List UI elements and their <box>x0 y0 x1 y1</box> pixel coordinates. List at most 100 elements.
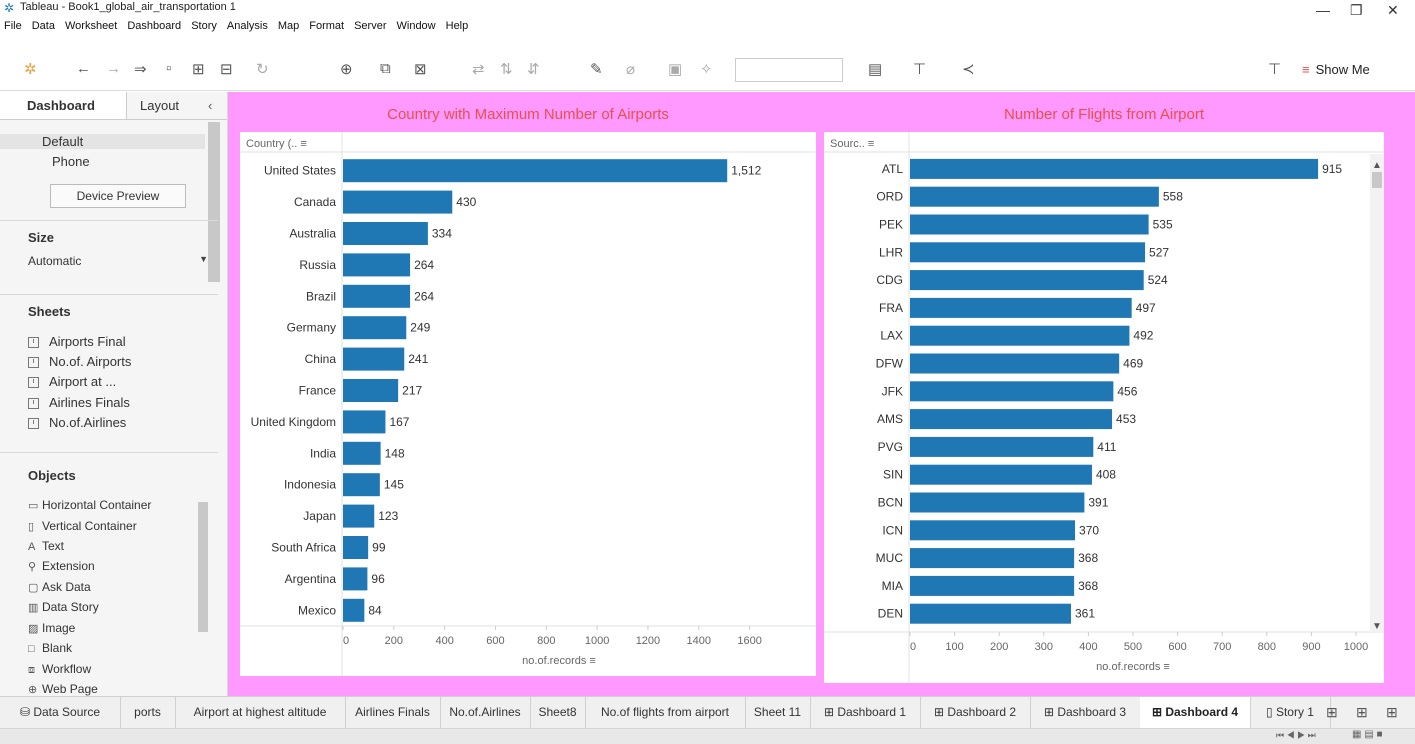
new-worksheet-icon[interactable]: ⊕ <box>340 60 353 78</box>
object-item[interactable]: ▨ Image <box>28 621 75 635</box>
sheet-item[interactable]: ı No.of. Airports <box>28 354 131 369</box>
redo-icon[interactable]: ⇒ <box>134 60 147 78</box>
device-phone[interactable]: Phone <box>52 154 90 169</box>
object-item[interactable]: ▯ Vertical Container <box>28 519 137 533</box>
category-label: Indonesia <box>284 478 336 492</box>
menu-window[interactable]: Window <box>397 17 436 35</box>
sheet-item[interactable]: ı Airlines Finals <box>28 395 130 410</box>
tab-story-1[interactable]: ▯ Story 1 <box>1250 697 1331 728</box>
forward-icon[interactable]: → <box>106 60 121 77</box>
sheet-item[interactable]: ı No.of.Airlines <box>28 415 126 430</box>
tab-data-source[interactable]: ⛁ Data Source <box>0 697 121 728</box>
object-item[interactable]: ⧈ Workflow <box>28 662 91 677</box>
show-labels-icon[interactable]: ▣ <box>668 60 682 78</box>
tab-dashboard-1[interactable]: ⊞ Dashboard 1 <box>810 697 921 728</box>
guide-icon[interactable]: ⊤ <box>1268 60 1281 78</box>
sort-ascending-icon[interactable]: ⇅ <box>500 60 513 78</box>
category-label: United States <box>264 164 336 178</box>
new-datasource-icon[interactable]: ⊞ <box>192 60 205 78</box>
tab-dashboard-2[interactable]: ⊞ Dashboard 2 <box>920 697 1031 728</box>
objects-scrollbar[interactable] <box>198 502 208 632</box>
object-item[interactable]: ▭ Horizontal Container <box>28 498 151 512</box>
view-mode-icon[interactable]: ▦ ▤ ■ <box>1352 729 1383 740</box>
tab-label: Dashboard 4 <box>1165 705 1239 719</box>
back-icon[interactable]: ← <box>76 60 91 77</box>
presentation-mode-icon[interactable]: ⊤ <box>913 60 926 78</box>
objects-header: Objects <box>28 468 76 483</box>
tab-sheet8[interactable]: Sheet8 <box>530 697 586 728</box>
tick-label: 800 <box>1258 641 1276 653</box>
object-item[interactable]: □ Blank <box>28 641 72 655</box>
left-pane-tabs: Dashboard Layout ‹ <box>0 92 227 120</box>
menu-data[interactable]: Data <box>32 17 55 35</box>
tab-airlines-finals[interactable]: Airlines Finals <box>345 697 441 728</box>
dashboard-icon: ⊞ <box>823 705 838 719</box>
bar <box>910 353 1120 374</box>
menu-worksheet[interactable]: Worksheet <box>65 17 117 35</box>
share-icon[interactable]: ≺ <box>962 60 975 78</box>
sheet-item[interactable]: ı Airport at ... <box>28 374 116 389</box>
sheet-item[interactable]: ı Airports Final <box>28 334 126 349</box>
object-item[interactable]: ▥ Data Story <box>28 600 99 614</box>
new-worksheet-tab-icon[interactable]: ⊞ <box>1326 704 1338 721</box>
annotate-icon[interactable]: ⌀ <box>626 60 635 78</box>
bar <box>343 473 380 497</box>
menu-server[interactable]: Server <box>354 17 386 35</box>
sort-descending-icon[interactable]: ⇵ <box>527 60 540 78</box>
category-label: LAX <box>880 329 903 343</box>
menu-help[interactable]: Help <box>446 17 469 35</box>
menu-map[interactable]: Map <box>278 17 299 35</box>
new-story-tab-icon[interactable]: ⊞ <box>1386 704 1398 721</box>
category-label: United Kingdom <box>251 415 336 429</box>
device-scrollbar[interactable] <box>208 122 220 282</box>
tab-dashboard-4[interactable]: ⊞ Dashboard 4 <box>1140 697 1251 728</box>
chart-panel-flights: Sourc.. ≡ ATL 915 ORD 558 PEK 535 LHR 527 CDG 524 F… <box>824 132 1384 683</box>
new-dashboard-tab-icon[interactable]: ⊞ <box>1356 704 1368 721</box>
text-icon: A <box>28 541 36 553</box>
tab-no-of-flights-from-airport[interactable]: No.of flights from airport <box>585 697 746 728</box>
bar-value-label: 368 <box>1078 551 1098 565</box>
tab-no-of-airlines[interactable]: No.of.Airlines <box>440 697 531 728</box>
size-dropdown[interactable]: Automatic ▼ <box>28 254 208 268</box>
sheet-label: Airports Final <box>49 334 126 349</box>
minimize-icon[interactable]: — <box>1316 2 1330 18</box>
refresh-icon[interactable]: ↻ <box>256 60 269 78</box>
tableau-home-icon[interactable]: ✲ <box>24 60 37 78</box>
tab-sheet-11[interactable]: Sheet 11 <box>745 697 811 728</box>
category-label: PEK <box>879 218 903 232</box>
tab-ports[interactable]: ports <box>120 697 176 728</box>
tab-layout[interactable]: Layout <box>140 92 179 119</box>
bar <box>343 379 399 402</box>
menu-dashboard[interactable]: Dashboard <box>127 17 181 35</box>
worksheet-icon: ı <box>28 337 39 349</box>
fix-axes-icon[interactable]: ✧ <box>700 60 713 78</box>
save-icon[interactable]: ▫ <box>166 60 171 77</box>
menu-analysis[interactable]: Analysis <box>227 17 268 35</box>
device-preview-button[interactable]: Device Preview <box>50 184 186 208</box>
menu-format[interactable]: Format <box>309 17 344 35</box>
category-label: South Africa <box>271 541 336 555</box>
clear-sheet-icon[interactable]: ⊠ <box>414 60 427 78</box>
menu-file[interactable]: File <box>4 17 22 35</box>
highlight-icon[interactable]: ✎ <box>590 60 603 78</box>
tab-dashboard[interactable]: Dashboard <box>0 92 127 119</box>
duplicate-sheet-icon[interactable]: ⧉ <box>380 60 391 77</box>
object-item[interactable]: ▢ Ask Data <box>28 580 91 594</box>
swap-icon[interactable]: ⇄ <box>472 60 485 78</box>
show-me-button[interactable]: ≡ Show Me <box>1302 62 1370 77</box>
menu-story[interactable]: Story <box>191 17 217 35</box>
object-item[interactable]: A Text <box>28 539 64 553</box>
show-cards-icon[interactable]: ▤ <box>868 60 882 78</box>
tab-dashboard-3[interactable]: ⊞ Dashboard 3 <box>1030 697 1141 728</box>
collapse-pane-icon[interactable]: ‹ <box>208 92 212 119</box>
fit-dropdown[interactable] <box>735 58 843 82</box>
bar <box>343 504 375 528</box>
pause-updates-icon[interactable]: ⊟ <box>220 60 233 78</box>
device-default[interactable]: Default <box>0 134 205 149</box>
tab-navigation-icon[interactable]: ⏮ ◀ ▶ ⏭ <box>1276 730 1316 741</box>
object-item[interactable]: ⚲ Extension <box>28 559 95 573</box>
chart-panel-airports: Country (.. ≡ United States 1,512 Canada 430… <box>240 132 816 676</box>
tab-airport-at-highest-altitude[interactable]: Airport at highest altitude <box>175 697 346 728</box>
object-item[interactable]: ⊕ Web Page <box>28 682 98 696</box>
bar-value-label: 217 <box>402 384 422 398</box>
